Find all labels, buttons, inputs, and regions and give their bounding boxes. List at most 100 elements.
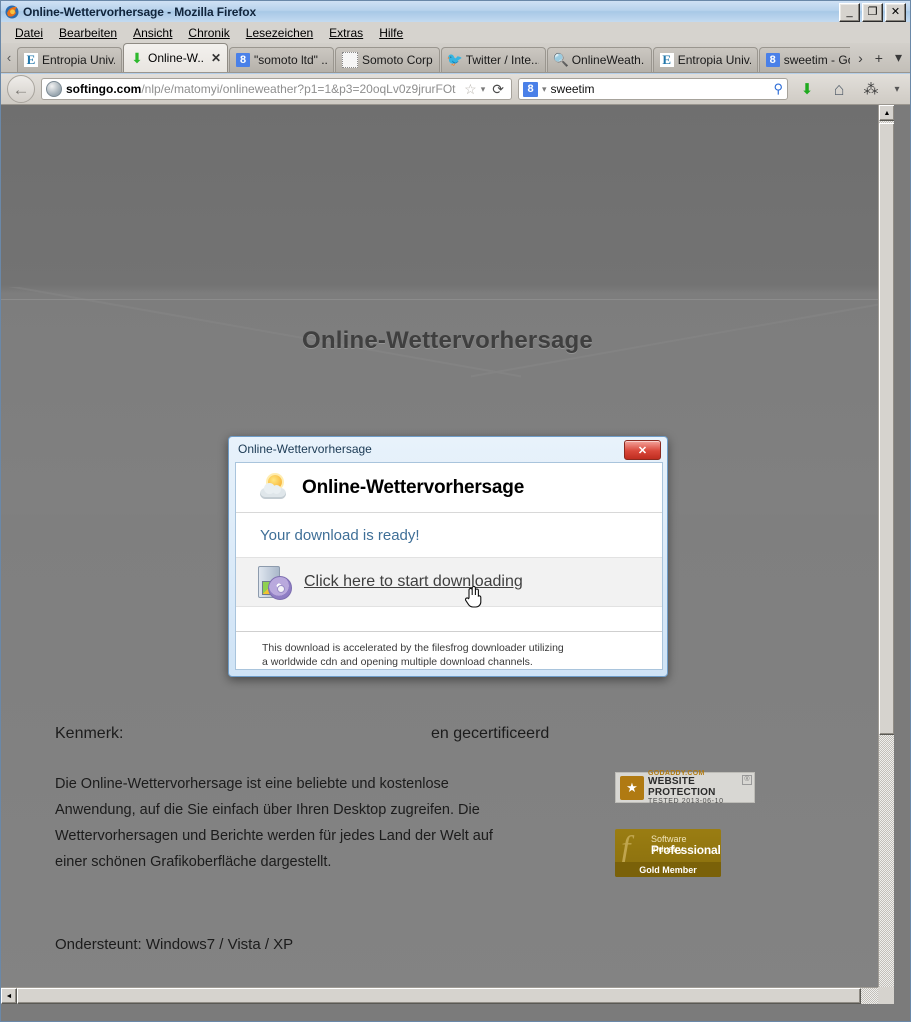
downloads-icon[interactable]: ⬇	[794, 80, 820, 98]
close-button[interactable]: ✕	[885, 3, 906, 22]
supported-os-text: Ondersteunt: Windows7 / Vista / XP	[55, 936, 294, 953]
maximize-button[interactable]: ❐	[862, 3, 883, 22]
tab-label: Twitter / Inte...	[465, 53, 539, 67]
site-identity-globe-icon[interactable]	[46, 81, 62, 97]
firefox-window: Online-Wettervorhersage - Mozilla Firefo…	[0, 0, 911, 1022]
godaddy-line3: TESTED 2013-06-10	[648, 798, 724, 805]
tab-entropia-1[interactable]: E Entropia Univ...	[17, 47, 122, 72]
dialog-note-line2: a worldwide cdn and opening multiple dow…	[262, 656, 533, 668]
menu-bar: Datei Bearbeiten Ansicht Chronik Lesezei…	[1, 22, 910, 43]
tab-twitter[interactable]: 🐦 Twitter / Inte...	[440, 47, 546, 72]
chevron-down-icon[interactable]: ▾	[481, 84, 486, 95]
page-title: Online-Wettervorhersage	[302, 327, 593, 354]
tab-strip: ‹ E Entropia Univ... ⬇ Online-W... ✕ 8 "…	[1, 43, 910, 73]
toolbar-overflow-icon[interactable]: ▾	[890, 84, 904, 95]
tab-label: "somoto ltd" ...	[254, 53, 327, 67]
horizontal-scroll-track[interactable]	[861, 988, 878, 1004]
tab-label: Online-W...	[148, 51, 204, 65]
menu-datei[interactable]: Datei	[7, 24, 51, 42]
body-paragraph: Die Online-Wettervorhersage ist eine bel…	[55, 776, 493, 870]
reload-icon[interactable]: ⟳	[489, 81, 507, 98]
sip-line2: Professionals	[651, 843, 721, 857]
hand-pointer-cursor	[464, 584, 482, 608]
sun-cloud-weather-icon	[260, 474, 290, 501]
software-industry-professionals-badge: f Software Industry Professionals Gold M…	[615, 829, 721, 877]
tab-strip-controls: › + ▾	[850, 43, 910, 72]
menu-extras[interactable]: Extras	[321, 24, 371, 42]
shield-star-icon: ★	[620, 775, 644, 800]
software-cd-icon	[256, 566, 292, 600]
godaddy-badge-text: GODADDY.COM WEBSITE PROTECTION TESTED 20…	[648, 770, 752, 806]
tab-somoto-corp[interactable]: Somoto Corp	[335, 47, 440, 72]
firefox-icon	[5, 5, 19, 19]
url-path: /nlp/e/matomyi/onlineweather?p1=1&p3=20o…	[141, 82, 456, 96]
tab-label: Entropia Univ...	[42, 53, 115, 67]
window-title: Online-Wettervorhersage - Mozilla Firefo…	[23, 4, 257, 19]
menu-hilfe-label: Hilfe	[379, 25, 404, 40]
tab-sweetim[interactable]: 8 sweetim - Go...	[758, 47, 851, 72]
entropia-favicon: E	[24, 52, 38, 67]
menu-chronik[interactable]: Chronik	[180, 24, 237, 42]
menu-bearbeiten-label: Bearbeiten	[59, 25, 118, 40]
tab-label: Somoto Corp	[362, 53, 433, 67]
menu-extras-label: Extras	[329, 25, 364, 40]
dialog-title: Online-Wettervorhersage	[238, 442, 372, 456]
search-engine-chevron-icon[interactable]: ▾	[542, 84, 547, 95]
start-download-link[interactable]: Click here to start downloading	[304, 573, 523, 591]
horizontal-scroll-thumb[interactable]	[17, 988, 861, 1004]
new-tab-button[interactable]: +	[869, 50, 889, 66]
back-button[interactable]: ←	[7, 75, 35, 103]
tab-somoto-ltd[interactable]: 8 "somoto ltd" ...	[229, 47, 334, 72]
addon-icon[interactable]: ⁂	[858, 80, 884, 98]
window-titlebar: Online-Wettervorhersage - Mozilla Firefo…	[1, 1, 910, 22]
dialog-header: Online-Wettervorhersage	[236, 463, 662, 513]
tab-onlineweather[interactable]: 🔍 OnlineWeath...	[546, 47, 652, 72]
tab-label: OnlineWeath...	[571, 53, 645, 67]
sip-footer-label: Gold Member	[639, 864, 697, 875]
home-icon[interactable]: ⌂	[826, 79, 852, 100]
search-input[interactable]: sweetim	[551, 82, 770, 96]
tab-scroll-left-button[interactable]: ‹	[1, 43, 17, 72]
vertical-scroll-thumb[interactable]	[879, 123, 894, 735]
tab-online-wettervorhersage[interactable]: ⬇ Online-W... ✕	[123, 43, 228, 72]
list-all-tabs-button[interactable]: ▾	[889, 49, 908, 66]
dialog-close-button[interactable]: ✕	[624, 440, 661, 460]
url-text: softingo.com/nlp/e/matomyi/onlineweather…	[66, 82, 460, 96]
certified-text: en gecertificeerd	[431, 725, 550, 742]
search-icon[interactable]: ⚲	[773, 81, 783, 97]
sip-footer-bar: Gold Member	[615, 862, 721, 877]
dialog-titlebar: Online-Wettervorhersage	[229, 437, 667, 461]
menu-lesezeichen[interactable]: Lesezeichen	[238, 24, 321, 42]
minimize-button[interactable]: _	[839, 3, 860, 22]
tab-entropia-2[interactable]: E Entropia Univ...	[652, 47, 758, 72]
menu-bearbeiten[interactable]: Bearbeiten	[51, 24, 125, 42]
horizontal-scrollbar[interactable]: ◄ ►	[1, 987, 894, 1004]
search-bar[interactable]: 8 ▾ sweetim ⚲	[518, 78, 788, 100]
scroll-up-button[interactable]: ▲	[879, 105, 894, 121]
registered-mark: ®	[742, 775, 752, 785]
tab-close-icon[interactable]: ✕	[211, 51, 221, 65]
url-bar[interactable]: softingo.com/nlp/e/matomyi/onlineweather…	[41, 78, 512, 100]
dialog-spacer	[236, 607, 662, 631]
vertical-scrollbar[interactable]: ▲ ▼	[878, 105, 894, 1004]
magnifier-favicon: 🔍	[552, 52, 569, 67]
tab-label: sweetim - Go...	[783, 53, 850, 67]
dialog-download-link-row[interactable]: Click here to start downloading	[236, 557, 662, 608]
menu-ansicht[interactable]: Ansicht	[125, 24, 180, 42]
menu-datei-label: Datei	[15, 25, 44, 40]
scroll-left-button[interactable]: ◄	[1, 988, 17, 1004]
dialog-note: This download is accelerated by the file…	[236, 631, 662, 669]
dialog-body: Online-Wettervorhersage Your download is…	[235, 462, 663, 670]
google-favicon: 8	[765, 53, 780, 67]
window-controls: _ ❐ ✕	[839, 3, 906, 22]
bookmark-star-icon[interactable]: ☆	[464, 81, 477, 98]
google-search-icon[interactable]: 8	[523, 81, 538, 97]
scrollbar-corner	[878, 987, 894, 1004]
dialog-app-name: Online-Wettervorhersage	[302, 476, 525, 498]
menu-hilfe[interactable]: Hilfe	[371, 24, 411, 42]
cloud-glyph	[260, 482, 286, 499]
tab-scroll-right-button[interactable]: ›	[852, 50, 869, 66]
cd-disc-glyph	[268, 576, 292, 600]
google-favicon: 8	[236, 53, 250, 67]
dialog-ready-text: Your download is ready!	[260, 526, 420, 544]
